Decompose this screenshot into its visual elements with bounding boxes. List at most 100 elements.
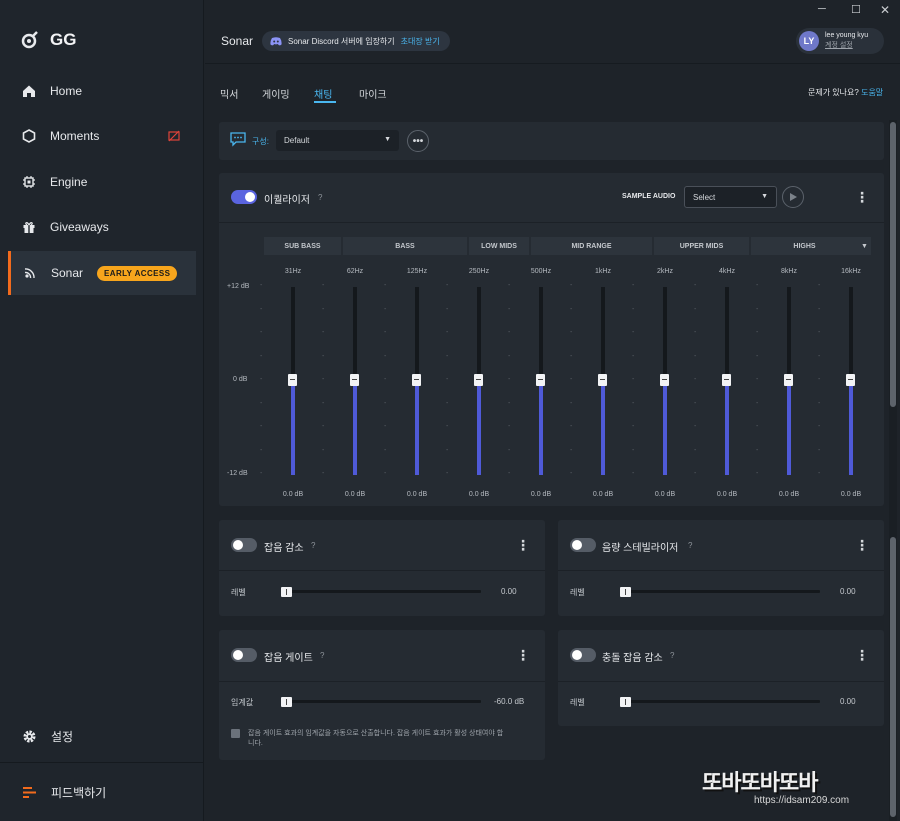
user-menu[interactable]: LY lee young kyu 계정 설정 xyxy=(796,28,884,54)
volume-stabilizer-slider-track[interactable] xyxy=(620,590,820,593)
chip-icon xyxy=(23,176,35,188)
help-link[interactable]: 도움말 xyxy=(861,88,883,97)
early-access-badge: EARLY ACCESS xyxy=(97,265,178,281)
eq-slider-handle[interactable] xyxy=(598,374,607,386)
eq-slider-handle[interactable] xyxy=(660,374,669,386)
noise-gate-toggle[interactable] xyxy=(231,648,257,662)
app-logo[interactable]: GG xyxy=(20,30,76,50)
tab-mic[interactable]: 마이크 xyxy=(359,86,387,101)
sidebar-item-sonar[interactable]: Sonar EARLY ACCESS xyxy=(8,251,196,295)
noise-reduction-kebab-icon[interactable]: ⋮ xyxy=(516,537,530,554)
eq-slider-fill xyxy=(725,381,729,475)
eq-slider-handle[interactable] xyxy=(350,374,359,386)
impact-noise-kebab-icon[interactable]: ⋮ xyxy=(855,647,869,664)
y-label-bottom: -12 dB xyxy=(227,470,248,477)
impact-noise-toggle[interactable] xyxy=(570,648,596,662)
feedback-button[interactable]: 피드백하기 xyxy=(8,770,196,814)
impact-noise-slider-handle[interactable] xyxy=(620,697,631,707)
active-tab-indicator xyxy=(314,101,336,103)
noise-gate-help-icon[interactable]: ? xyxy=(320,651,324,660)
settings-button[interactable]: 설정 xyxy=(8,714,196,758)
eq-slider-handle[interactable] xyxy=(288,374,297,386)
band-expand-button[interactable]: ▼ xyxy=(858,237,871,255)
minimize-icon[interactable]: ─ xyxy=(818,3,826,15)
eq-tick-mark: - xyxy=(446,305,449,313)
eq-tick-mark: - xyxy=(632,282,635,289)
close-icon[interactable]: ✕ xyxy=(880,3,890,17)
eq-slider-handle[interactable] xyxy=(474,374,483,386)
eq-tick-mark: - xyxy=(260,470,263,477)
noise-reduction-slider-track[interactable] xyxy=(281,590,481,593)
sidebar-item-moments[interactable]: Moments xyxy=(8,114,196,158)
noise-reduction-slider-handle[interactable] xyxy=(281,587,292,597)
settings-label: 설정 xyxy=(51,729,74,744)
sample-audio-select[interactable]: Select ▼ xyxy=(684,186,777,208)
eq-slider-handle[interactable] xyxy=(536,374,545,386)
auto-threshold-checkbox[interactable] xyxy=(231,729,240,738)
noise-gate-slider-track[interactable] xyxy=(281,700,481,703)
gear-icon xyxy=(23,730,36,742)
eq-tick-mark: - xyxy=(322,470,325,477)
sidebar-item-home[interactable]: Home xyxy=(8,69,196,113)
watermark-url: https://idsam209.com xyxy=(754,795,850,806)
eq-slider-handle[interactable] xyxy=(784,374,793,386)
equalizer-help-icon[interactable]: ? xyxy=(318,193,322,202)
config-select-value: Default xyxy=(284,136,310,145)
hexagon-icon xyxy=(22,129,36,143)
tab-chat[interactable]: 채팅 xyxy=(314,86,332,101)
eq-slider-handle[interactable] xyxy=(412,374,421,386)
noise-reduction-level-label: 레벨 xyxy=(231,588,246,597)
play-sample-button[interactable] xyxy=(782,186,804,208)
tab-gaming[interactable]: 게이밍 xyxy=(262,86,290,101)
noise-reduction-toggle[interactable] xyxy=(231,538,257,552)
noise-reduction-help-icon[interactable]: ? xyxy=(311,541,315,550)
avatar: LY xyxy=(799,31,819,51)
more-options-button[interactable]: ••• xyxy=(407,130,429,152)
scrollbar-thumb[interactable] xyxy=(890,122,896,407)
eq-tick-mark: - xyxy=(508,376,511,383)
volume-stabilizer-slider-handle[interactable] xyxy=(620,587,631,597)
eq-tick-mark: - xyxy=(384,352,387,360)
eq-frequency-label: 2kHz xyxy=(657,268,673,275)
eq-slider-fill xyxy=(787,381,791,475)
sidebar-item-giveaways[interactable]: Giveaways xyxy=(8,205,196,249)
volume-stabilizer-kebab-icon[interactable]: ⋮ xyxy=(855,537,869,554)
maximize-icon[interactable]: ☐ xyxy=(851,3,861,16)
sample-audio-label: SAMPLE AUDIO xyxy=(622,193,676,200)
eq-tick-mark: - xyxy=(260,329,263,336)
sidebar-item-engine[interactable]: Engine xyxy=(8,160,196,204)
config-select[interactable]: Default ▼ xyxy=(276,130,399,151)
eq-slider-fill xyxy=(415,381,419,475)
discord-banner[interactable]: Sonar Discord 서버에 입장하기 초대장 받기 xyxy=(262,31,450,51)
noise-reduction-divider xyxy=(219,570,545,571)
scrollbar-thumb-lower[interactable] xyxy=(890,537,896,817)
equalizer-kebab-icon[interactable]: ⋮ xyxy=(855,189,869,206)
impact-noise-slider-track[interactable] xyxy=(620,700,820,703)
band-group-sub-bass: SUB BASS xyxy=(264,237,341,255)
equalizer-toggle[interactable] xyxy=(231,190,257,204)
discord-invite-link[interactable]: 초대장 받기 xyxy=(401,36,440,47)
eq-frequency-label: 31Hz xyxy=(284,268,302,275)
eq-tick-mark: - xyxy=(756,282,759,289)
sidebar-item-label: Giveaways xyxy=(50,220,109,234)
volume-stabilizer-help-icon[interactable]: ? xyxy=(688,541,692,550)
eq-slider-handle[interactable] xyxy=(846,374,855,386)
impact-noise-help-icon[interactable]: ? xyxy=(670,651,674,660)
eq-tick-mark: - xyxy=(384,423,387,430)
logo-text: GG xyxy=(50,30,77,49)
eq-tick-mark: - xyxy=(260,305,263,313)
volume-stabilizer-toggle[interactable] xyxy=(570,538,596,552)
eq-slider-handle[interactable] xyxy=(722,374,731,386)
tab-mixer[interactable]: 믹서 xyxy=(220,86,238,101)
impact-noise-panel xyxy=(558,630,884,726)
eq-tick-mark: - xyxy=(446,399,449,407)
account-settings-link[interactable]: 계정 설정 xyxy=(825,41,868,51)
noise-gate-kebab-icon[interactable]: ⋮ xyxy=(516,647,530,664)
watermark-brand: 또바또바또바 xyxy=(702,770,818,795)
eq-tick-mark: - xyxy=(508,399,511,407)
eq-tick-mark: - xyxy=(570,470,573,477)
noise-gate-slider-handle[interactable] xyxy=(281,697,292,707)
feedback-label: 피드백하기 xyxy=(51,785,107,800)
user-name: lee young kyu xyxy=(825,32,869,39)
impact-noise-divider xyxy=(558,681,884,682)
